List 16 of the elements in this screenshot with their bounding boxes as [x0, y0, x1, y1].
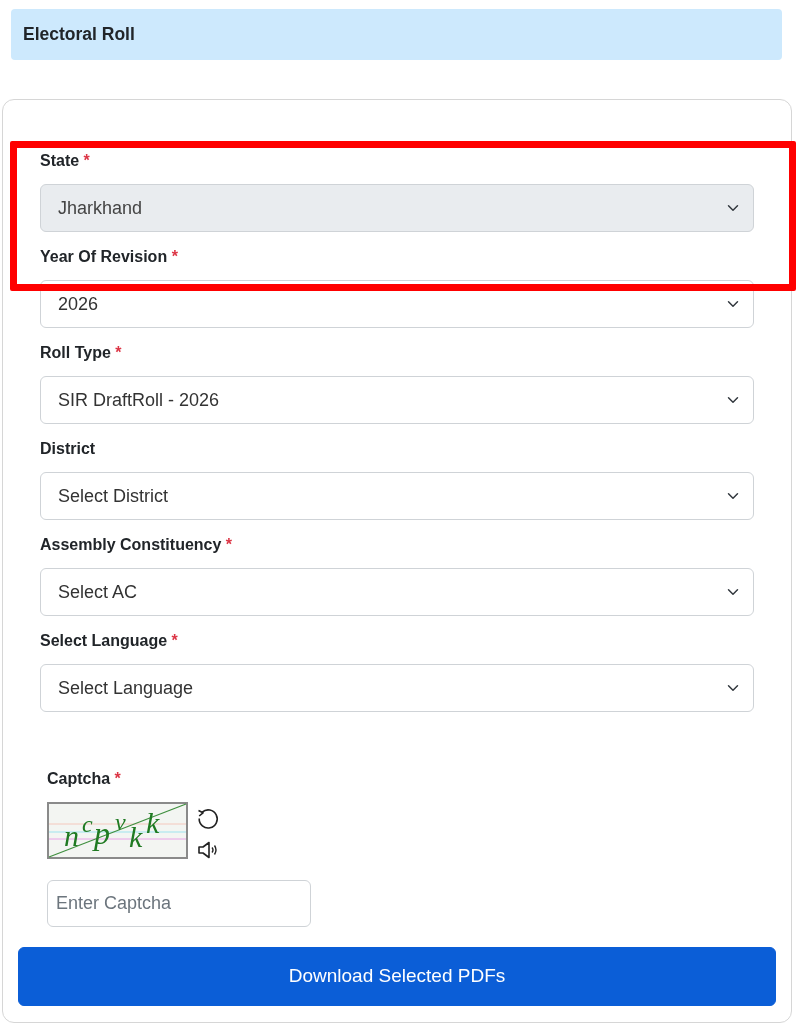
- captcha-input[interactable]: Enter Captcha: [47, 880, 311, 927]
- refresh-icon[interactable]: [196, 807, 220, 831]
- field-label: Assembly Constituency *: [40, 535, 234, 555]
- dropdown-select[interactable]: Select District: [40, 472, 754, 520]
- field-label: District: [40, 439, 97, 459]
- field-label: Year Of Revision *: [40, 247, 179, 267]
- field-label: State *: [40, 151, 91, 171]
- field-label: Roll Type *: [40, 343, 123, 363]
- dropdown-select[interactable]: SIR DraftRoll - 2026: [40, 376, 754, 424]
- dropdown-select[interactable]: Select AC: [40, 568, 754, 616]
- download-button[interactable]: Download Selected PDFs: [18, 947, 776, 1006]
- page-title: Electoral Roll: [23, 23, 135, 47]
- speaker-icon[interactable]: [196, 841, 220, 859]
- captcha-label: Captcha *: [47, 769, 122, 789]
- field-label: Select Language *: [40, 631, 179, 651]
- dropdown-select[interactable]: Select Language: [40, 664, 754, 712]
